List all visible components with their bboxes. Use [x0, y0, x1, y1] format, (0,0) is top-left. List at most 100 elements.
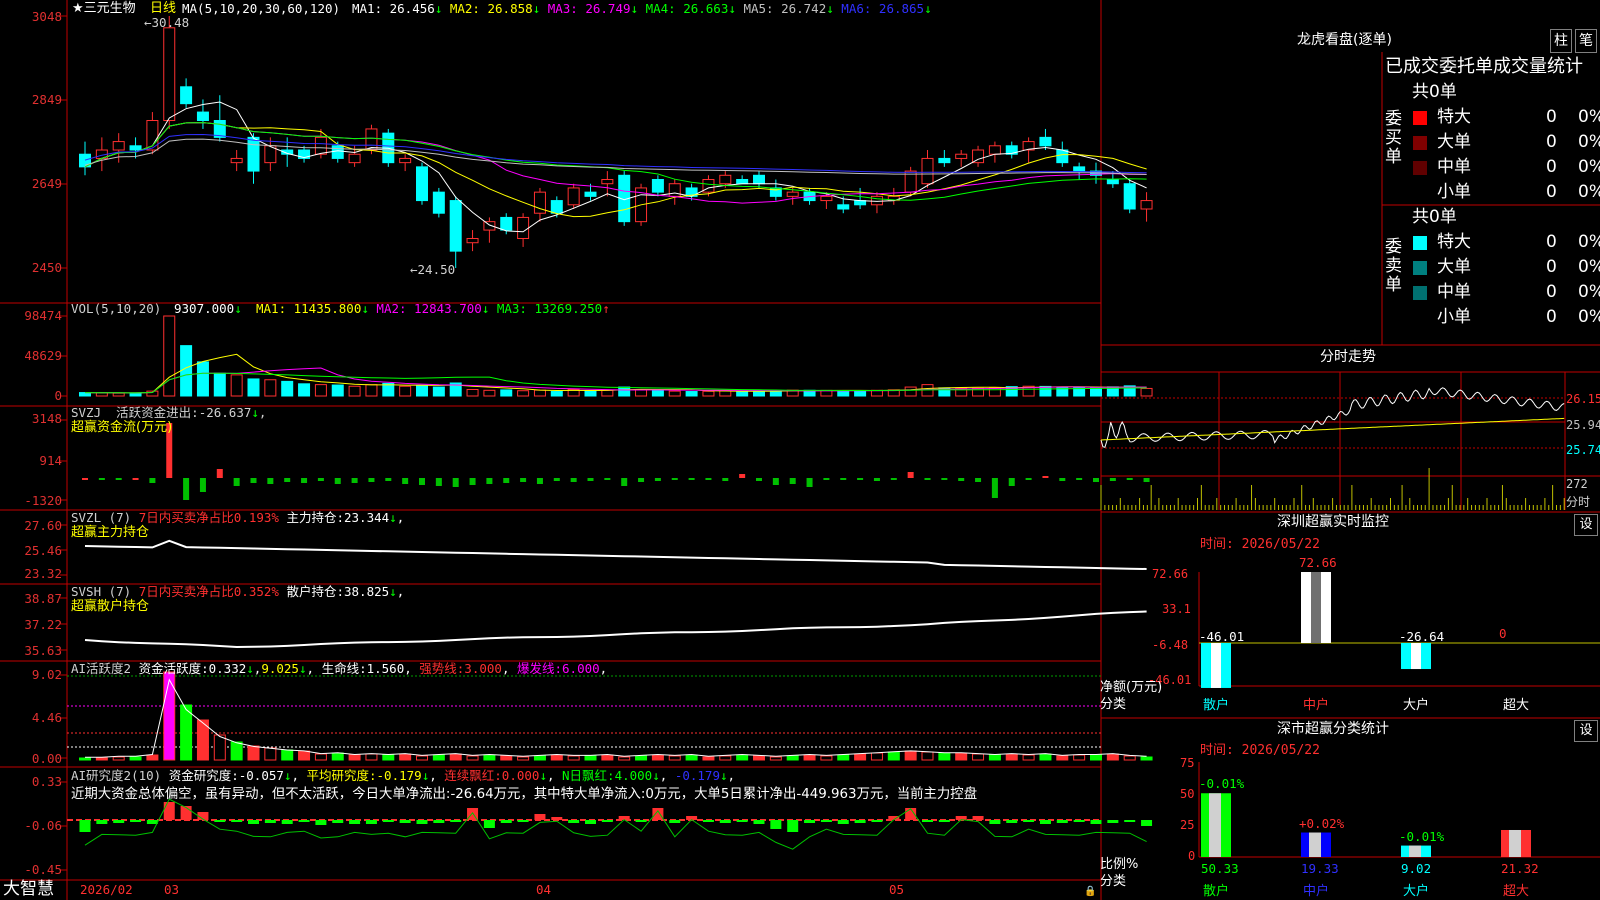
fund-flow-bar	[1008, 478, 1015, 486]
fund-flow-bar	[671, 478, 678, 480]
tab-tick-view[interactable]: 笔	[1575, 29, 1597, 53]
activity-bar	[1022, 754, 1035, 761]
fund-flow-bar	[975, 478, 982, 482]
activity-bar	[972, 753, 985, 761]
ma-value: MA5: 26.742	[743, 1, 827, 16]
volume-bar	[180, 345, 193, 397]
research-bar	[736, 820, 748, 822]
activity-bar	[870, 752, 883, 761]
activity-bar	[230, 741, 243, 761]
fund-flow-bar	[486, 478, 493, 484]
monitor-settings-button[interactable]: 设	[1574, 514, 1598, 536]
activity-bar	[500, 755, 513, 761]
research-bar	[534, 814, 546, 820]
stats-bar-shine	[1509, 829, 1521, 857]
research-bar	[416, 820, 428, 824]
ma-value: MA6: 26.865	[841, 1, 925, 16]
order-header: 已成交委托单成交量统计	[1385, 56, 1583, 77]
main-chart-canvas[interactable]	[0, 0, 1600, 900]
candle	[972, 149, 985, 164]
candle	[753, 174, 765, 185]
svsh-title: SVSH (7) 7日内买卖净占比0.352% 散户持仓:38.825↓,	[71, 584, 405, 599]
stats-settings-button[interactable]: 设	[1574, 720, 1598, 742]
volume-bar	[416, 384, 428, 397]
ma-line	[84, 122, 1147, 204]
activity-bar	[887, 751, 900, 761]
fund-flow-bar	[873, 478, 880, 481]
activity-bar	[651, 754, 664, 761]
candle	[786, 191, 799, 197]
period-label[interactable]: 日线	[150, 1, 176, 16]
sell-total: 共0单	[1412, 207, 1457, 227]
candle	[837, 204, 850, 210]
fund-flow-bar	[654, 478, 661, 481]
research-bar	[1073, 820, 1085, 822]
research-bar	[113, 820, 125, 823]
vol-value: 9307.000↓	[174, 301, 242, 316]
fund-flow-bar	[941, 478, 948, 480]
fund-flow-bar	[301, 478, 308, 483]
research-bar	[1107, 820, 1119, 823]
lock-icon[interactable]: 🔒	[1084, 884, 1096, 899]
activity-bar	[618, 756, 631, 761]
candle	[601, 179, 614, 185]
ai2-title: AI研究度2(10) 资金研究度:-0.057↓, 平均研究度:-0.179↓,…	[71, 768, 736, 783]
research-bar	[938, 820, 950, 822]
fund-flow-bar	[604, 478, 611, 480]
research-bar	[702, 820, 714, 822]
candle	[466, 238, 479, 244]
research-bar	[837, 820, 849, 824]
stats-category-label: 中户	[1303, 884, 1330, 899]
fund-flow-bar	[991, 478, 998, 498]
activity-bar	[180, 704, 193, 761]
fund-flow-bar	[772, 478, 779, 485]
stock-name[interactable]: ★三元生物	[72, 1, 136, 16]
fund-flow-bar	[419, 478, 425, 485]
activity-bar	[348, 754, 361, 761]
research-bar	[922, 820, 933, 822]
ma-value: MA1: 26.456	[352, 1, 435, 16]
stats-category-label: 大户	[1403, 884, 1430, 899]
tab-bar-view[interactable]: 柱	[1550, 29, 1572, 53]
candle	[584, 191, 597, 197]
volume-bar	[651, 389, 664, 397]
activity-bar	[584, 755, 597, 761]
stats-xlabel: 分类	[1100, 874, 1127, 889]
research-bar	[1141, 820, 1153, 826]
activity-bar	[769, 756, 782, 761]
research-bar	[585, 820, 596, 824]
stats-bar-shine	[1309, 832, 1321, 857]
research-bar	[163, 802, 175, 820]
order-count: 0	[1546, 257, 1557, 277]
activity-bar	[736, 754, 749, 761]
activity-bar	[1039, 753, 1052, 761]
fund-flow-bar	[132, 478, 139, 480]
research-bar	[399, 820, 411, 823]
svzj-title: SVZJ 活跃资金进出:-26.637↓,	[71, 405, 267, 420]
fund-flow-bar	[402, 478, 409, 484]
research-bar	[130, 820, 142, 822]
activity-bar	[298, 750, 311, 761]
activity-bar	[1140, 756, 1153, 761]
volume-bar	[298, 383, 311, 397]
volume-bar	[230, 374, 243, 397]
candle	[1073, 166, 1086, 172]
candle	[1106, 179, 1119, 185]
ma-value: MA2: 26.858	[449, 1, 533, 16]
fund-flow-bar	[183, 478, 190, 500]
activity-bar	[382, 754, 395, 761]
fund-flow-bar	[638, 478, 645, 482]
svzj-subtitle: 超赢资金流(万元)	[71, 420, 173, 435]
research-bar	[79, 820, 91, 832]
research-bar	[635, 820, 647, 822]
research-bar	[601, 820, 613, 822]
activity-bar	[314, 753, 327, 761]
research-bar	[483, 820, 495, 828]
x-label: 03	[164, 882, 180, 897]
candle	[736, 179, 749, 185]
candle	[500, 216, 513, 231]
fund-flow-bar	[857, 478, 864, 480]
volume-bar	[95, 392, 108, 397]
stats-bar-change: -0.01%	[1199, 776, 1245, 792]
stats-bar-change: +0.02%	[1299, 815, 1345, 831]
